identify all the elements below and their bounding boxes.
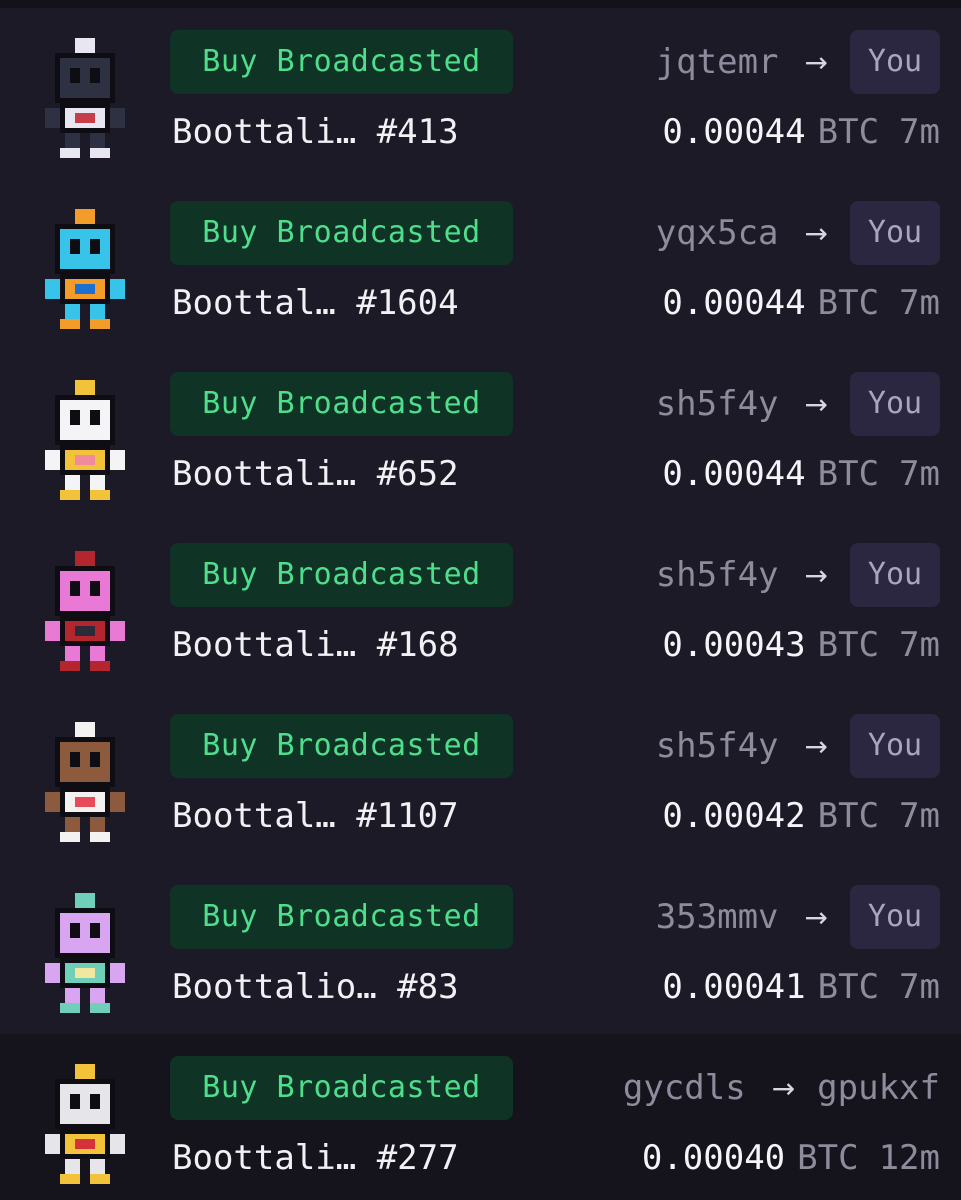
price-value: 0.00043 bbox=[662, 625, 806, 665]
status-badge: Buy Broadcasted bbox=[170, 30, 513, 94]
item-name[interactable]: Boottali… #168 bbox=[172, 621, 459, 669]
price-unit: BTC bbox=[817, 967, 880, 1007]
transfer: yqx5ca → You bbox=[656, 201, 940, 265]
list-item[interactable]: Buy Broadcasted Boottali… #413 jqtemr → … bbox=[0, 8, 961, 179]
price-unit: BTC bbox=[797, 1138, 859, 1178]
seller-address[interactable]: 353mmv bbox=[656, 897, 779, 937]
avatar[interactable] bbox=[20, 199, 150, 339]
status-badge: Buy Broadcasted bbox=[170, 543, 513, 607]
bomb-robot-icon bbox=[45, 38, 125, 158]
buyer-address[interactable]: You bbox=[850, 30, 940, 94]
price-value: 0.00044 bbox=[662, 112, 806, 152]
seller-address[interactable]: sh5f4y bbox=[656, 726, 779, 766]
list-item[interactable]: Buy Broadcasted Boottali… #277 gycdls → … bbox=[0, 1034, 961, 1200]
time-ago: 7m bbox=[899, 283, 940, 323]
arrow-right-icon: → bbox=[804, 558, 828, 592]
white-hood-robot-icon bbox=[45, 380, 125, 500]
time-ago: 7m bbox=[899, 625, 940, 665]
arrow-right-icon: → bbox=[804, 216, 828, 250]
status-badge: Buy Broadcasted bbox=[170, 201, 513, 265]
price-line: 0.00044 BTC 7m bbox=[662, 450, 940, 498]
transfer: sh5f4y → You bbox=[656, 372, 940, 436]
item-name[interactable]: Boottalio… #83 bbox=[172, 963, 459, 1011]
avatar[interactable] bbox=[20, 712, 150, 852]
seller-address[interactable]: yqx5ca bbox=[656, 213, 779, 253]
time-ago: 7m bbox=[899, 112, 940, 152]
arrow-right-icon: → bbox=[771, 1071, 796, 1105]
time-ago: 7m bbox=[899, 967, 940, 1007]
buyer-address[interactable]: You bbox=[850, 543, 940, 607]
item-name[interactable]: Boottal… #1107 bbox=[172, 792, 459, 840]
price-unit: BTC bbox=[817, 112, 880, 152]
arrow-right-icon: → bbox=[804, 729, 828, 763]
transfer: sh5f4y → You bbox=[656, 714, 940, 778]
status-badge: Buy Broadcasted bbox=[170, 1056, 513, 1120]
item-name[interactable]: Boottali… #413 bbox=[172, 108, 459, 156]
price-unit: BTC bbox=[817, 625, 880, 665]
avatar[interactable] bbox=[20, 541, 150, 681]
cyan-robot-icon bbox=[45, 209, 125, 329]
price-unit: BTC bbox=[817, 454, 880, 494]
price-line: 0.00043 BTC 7m bbox=[662, 621, 940, 669]
buyer-address[interactable]: gpukxf bbox=[817, 1068, 940, 1108]
item-name[interactable]: Boottal… #1604 bbox=[172, 279, 459, 327]
avatar[interactable] bbox=[20, 370, 150, 510]
transfer: sh5f4y → You bbox=[656, 543, 940, 607]
price-value: 0.00041 bbox=[662, 967, 806, 1007]
arrow-right-icon: → bbox=[804, 387, 828, 421]
price-unit: BTC bbox=[817, 283, 880, 323]
price-line: 0.00044 BTC 7m bbox=[662, 108, 940, 156]
buyer-address[interactable]: You bbox=[850, 714, 940, 778]
arrow-right-icon: → bbox=[804, 900, 828, 934]
avatar[interactable] bbox=[20, 1054, 150, 1194]
activity-list: Buy Broadcasted Boottali… #413 jqtemr → … bbox=[0, 8, 961, 1200]
list-item[interactable]: Buy Broadcasted Boottali… #652 sh5f4y → … bbox=[0, 350, 961, 521]
transfer: gycdls → gpukxf bbox=[623, 1056, 940, 1120]
transfer: 353mmv → You bbox=[656, 885, 940, 949]
seller-address[interactable]: jqtemr bbox=[656, 42, 779, 82]
item-name[interactable]: Boottali… #652 bbox=[172, 450, 459, 498]
price-value: 0.00044 bbox=[662, 283, 806, 323]
item-name[interactable]: Boottali… #277 bbox=[172, 1134, 459, 1182]
arrow-right-icon: → bbox=[804, 45, 828, 79]
avatar[interactable] bbox=[20, 28, 150, 168]
seller-address[interactable]: sh5f4y bbox=[656, 555, 779, 595]
status-badge: Buy Broadcasted bbox=[170, 885, 513, 949]
time-ago: 7m bbox=[899, 796, 940, 836]
brown-hair-robot-icon bbox=[45, 722, 125, 842]
sparkle-robot-icon bbox=[45, 1064, 125, 1184]
list-item[interactable]: Buy Broadcasted Boottal… #1604 yqx5ca → … bbox=[0, 179, 961, 350]
list-item[interactable]: Buy Broadcasted Boottal… #1107 sh5f4y → … bbox=[0, 692, 961, 863]
avatar[interactable] bbox=[20, 883, 150, 1023]
list-item[interactable]: Buy Broadcasted Boottalio… #83 353mmv → … bbox=[0, 863, 961, 1034]
price-line: 0.00042 BTC 7m bbox=[662, 792, 940, 840]
buyer-address[interactable]: You bbox=[850, 885, 940, 949]
price-line: 0.00040 BTC 12m bbox=[642, 1134, 940, 1182]
price-unit: BTC bbox=[817, 796, 880, 836]
price-value: 0.00044 bbox=[662, 454, 806, 494]
buyer-address[interactable]: You bbox=[850, 201, 940, 265]
lilac-robot-icon bbox=[45, 893, 125, 1013]
top-divider bbox=[0, 0, 961, 8]
status-badge: Buy Broadcasted bbox=[170, 714, 513, 778]
price-line: 0.00041 BTC 7m bbox=[662, 963, 940, 1011]
seller-address[interactable]: sh5f4y bbox=[656, 384, 779, 424]
price-value: 0.00040 bbox=[641, 1138, 786, 1178]
seller-address[interactable]: gycdls bbox=[623, 1068, 746, 1108]
price-line: 0.00044 BTC 7m bbox=[662, 279, 940, 327]
price-value: 0.00042 bbox=[662, 796, 806, 836]
time-ago: 12m bbox=[878, 1138, 940, 1178]
time-ago: 7m bbox=[899, 454, 940, 494]
buyer-address[interactable]: You bbox=[850, 372, 940, 436]
status-badge: Buy Broadcasted bbox=[170, 372, 513, 436]
transfer: jqtemr → You bbox=[656, 30, 940, 94]
witch-robot-icon bbox=[45, 551, 125, 671]
list-item[interactable]: Buy Broadcasted Boottali… #168 sh5f4y → … bbox=[0, 521, 961, 692]
